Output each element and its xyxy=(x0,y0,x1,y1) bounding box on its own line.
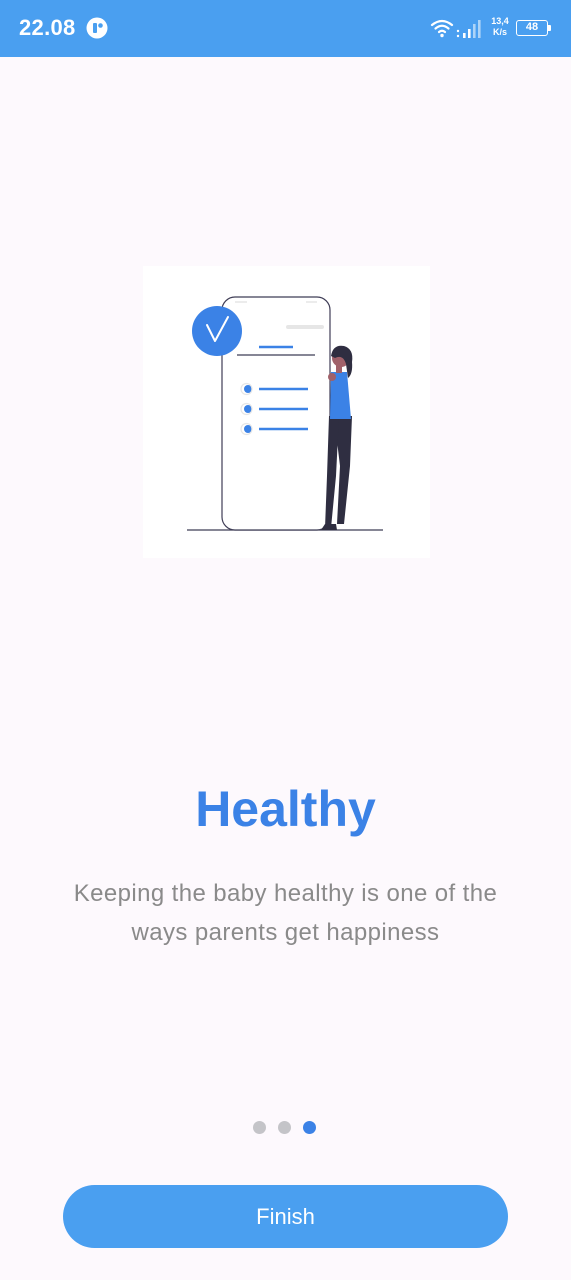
network-speed-value: 13,4 xyxy=(491,16,509,26)
status-time: 22.08 xyxy=(19,15,76,40)
signal-icon xyxy=(456,19,482,39)
page-dot-2[interactable] xyxy=(278,1121,291,1134)
checklist-phone-person-illustration xyxy=(187,296,383,531)
network-speed-unit: K/s xyxy=(492,27,507,37)
page-dot-3-active[interactable] xyxy=(303,1121,316,1134)
onboarding-description: Keeping the baby healthy is one of the w… xyxy=(73,880,498,946)
page-dot-1[interactable] xyxy=(253,1121,266,1134)
onboarding-illustration xyxy=(143,266,430,558)
battery-icon: 48 xyxy=(516,20,548,36)
battery-level: 48 xyxy=(525,21,539,33)
battery-terminal xyxy=(548,25,551,31)
page-indicator xyxy=(253,1121,316,1135)
wifi-icon xyxy=(430,18,454,38)
onboarding-title: Healthy xyxy=(195,781,376,837)
finish-button[interactable]: Finish xyxy=(63,1185,508,1248)
status-bar: 22.08 13,4 K/s 48 xyxy=(0,0,571,57)
app-notification-icon xyxy=(86,17,108,39)
network-speed: 13,4 K/s xyxy=(489,16,511,38)
